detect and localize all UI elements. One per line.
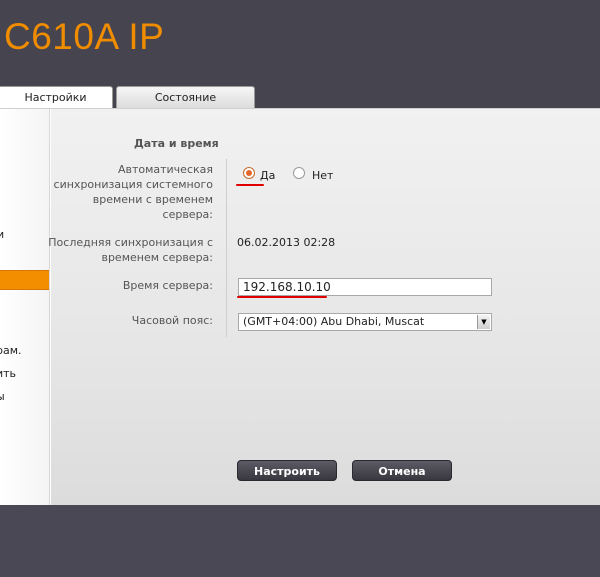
sidebar-item-time[interactable]: и xyxy=(0,228,4,241)
bottom-bar xyxy=(0,505,600,577)
sidebar-item-save[interactable]: ить xyxy=(0,367,16,380)
radio-yes[interactable] xyxy=(243,167,255,179)
content-panel: и рам. ить ы Дата и время Автоматическая… xyxy=(0,108,600,506)
timezone-value: (GMT+04:00) Abu Dhabi, Muscat xyxy=(243,315,425,328)
form-divider xyxy=(226,159,227,337)
section-title: Дата и время xyxy=(134,137,219,150)
timezone-select[interactable]: (GMT+04:00) Abu Dhabi, Muscat ▼ xyxy=(238,313,492,331)
settings-area: Дата и время Автоматическая синхронизаци… xyxy=(48,109,600,506)
annotation-underline-server xyxy=(237,296,327,298)
tab-settings[interactable]: Настройки xyxy=(0,86,113,109)
radio-no-label[interactable]: Нет xyxy=(312,169,333,182)
sidebar-item-program[interactable]: рам. xyxy=(0,344,22,357)
last-sync-label: Последняя синхронизация с временем серве… xyxy=(48,236,213,264)
last-sync-value: 06.02.2013 02:28 xyxy=(237,236,336,249)
sidebar-item-misc[interactable]: ы xyxy=(0,390,5,403)
chevron-down-icon[interactable]: ▼ xyxy=(477,315,490,329)
apply-button[interactable]: Настроить xyxy=(237,460,337,481)
radio-yes-label[interactable]: Да xyxy=(260,169,275,182)
cancel-button[interactable]: Отмена xyxy=(352,460,452,481)
radio-no[interactable] xyxy=(293,167,305,179)
server-time-label: Время сервера: xyxy=(122,279,213,292)
timezone-label: Часовой пояс: xyxy=(131,314,213,327)
server-time-input[interactable]: 192.168.10.10 xyxy=(238,278,492,296)
tab-status[interactable]: Состояние xyxy=(116,86,255,108)
annotation-underline-yes xyxy=(236,184,264,186)
auto-sync-label: Автоматическая синхронизация системного … xyxy=(53,163,213,221)
brand-title: C610A IP xyxy=(4,16,165,57)
